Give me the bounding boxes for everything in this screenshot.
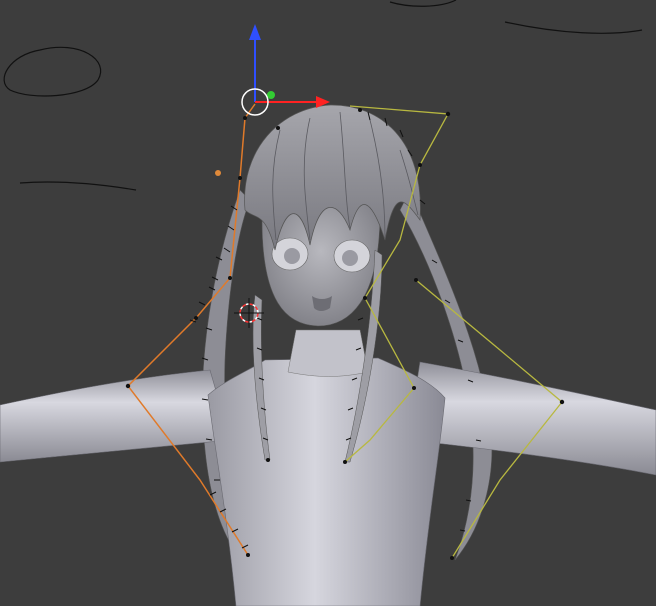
viewport-canvas [0, 0, 656, 606]
y-axis-handle-icon [267, 91, 275, 99]
transform-gizmo[interactable] [241, 24, 330, 116]
torso [207, 329, 446, 606]
z-axis-arrow-icon [249, 24, 261, 40]
orange-origin-point[interactable] [215, 170, 221, 176]
3d-viewport[interactable] [0, 0, 656, 606]
